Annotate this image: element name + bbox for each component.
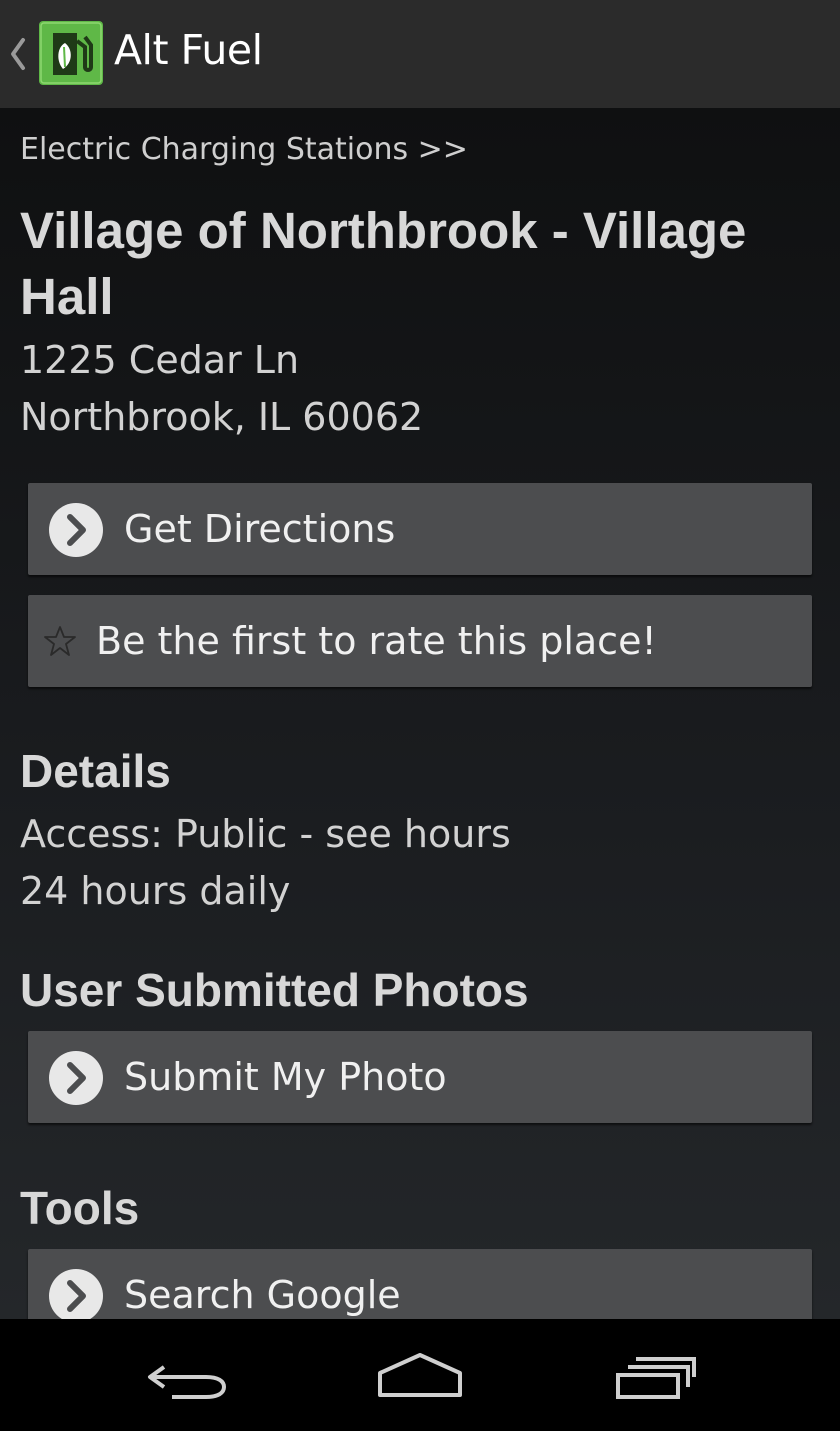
search-google-label: Search Google	[124, 1273, 401, 1317]
home-icon	[378, 1353, 462, 1397]
station-name: Village of Northbrook - Village Hall	[20, 202, 747, 325]
rate-place-button[interactable]: Be the first to rate this place!	[28, 595, 812, 687]
chevron-left-icon[interactable]	[8, 36, 28, 72]
nav-recents-button[interactable]	[576, 1319, 736, 1431]
submit-photo-label: Submit My Photo	[124, 1055, 447, 1099]
submit-photo-button[interactable]: Submit My Photo	[28, 1031, 812, 1123]
get-directions-button[interactable]: Get Directions	[28, 483, 812, 575]
photos-heading: User Submitted Photos	[20, 964, 529, 1016]
chevron-right-circle-icon	[49, 503, 103, 557]
back-icon	[148, 1365, 227, 1399]
tools-heading: Tools	[20, 1182, 140, 1234]
fuel-pump-leaf-icon[interactable]	[39, 21, 103, 85]
nav-home-button[interactable]	[340, 1319, 500, 1431]
app-title: Alt Fuel	[114, 26, 263, 74]
star-outline-icon	[44, 626, 76, 656]
details-heading: Details	[20, 745, 171, 797]
nav-back-button[interactable]	[106, 1319, 266, 1431]
hours-text: 24 hours daily	[20, 869, 291, 913]
chevron-right-circle-icon	[49, 1051, 103, 1105]
rate-place-label: Be the first to rate this place!	[96, 619, 657, 663]
access-text: Access: Public - see hours	[20, 812, 511, 856]
system-nav-bar	[0, 1319, 840, 1431]
station-detail-content: Electric Charging Stations >> Village of…	[0, 108, 840, 1319]
action-bar: Alt Fuel	[0, 0, 840, 109]
recents-icon	[616, 1357, 696, 1399]
address-line-1: 1225 Cedar Ln	[20, 338, 300, 382]
get-directions-label: Get Directions	[124, 507, 396, 551]
address-line-2: Northbrook, IL 60062	[20, 395, 424, 439]
chevron-right-circle-icon	[49, 1269, 103, 1319]
category-breadcrumb-link[interactable]: Electric Charging Stations >>	[20, 132, 468, 167]
search-google-button[interactable]: Search Google	[28, 1249, 812, 1319]
